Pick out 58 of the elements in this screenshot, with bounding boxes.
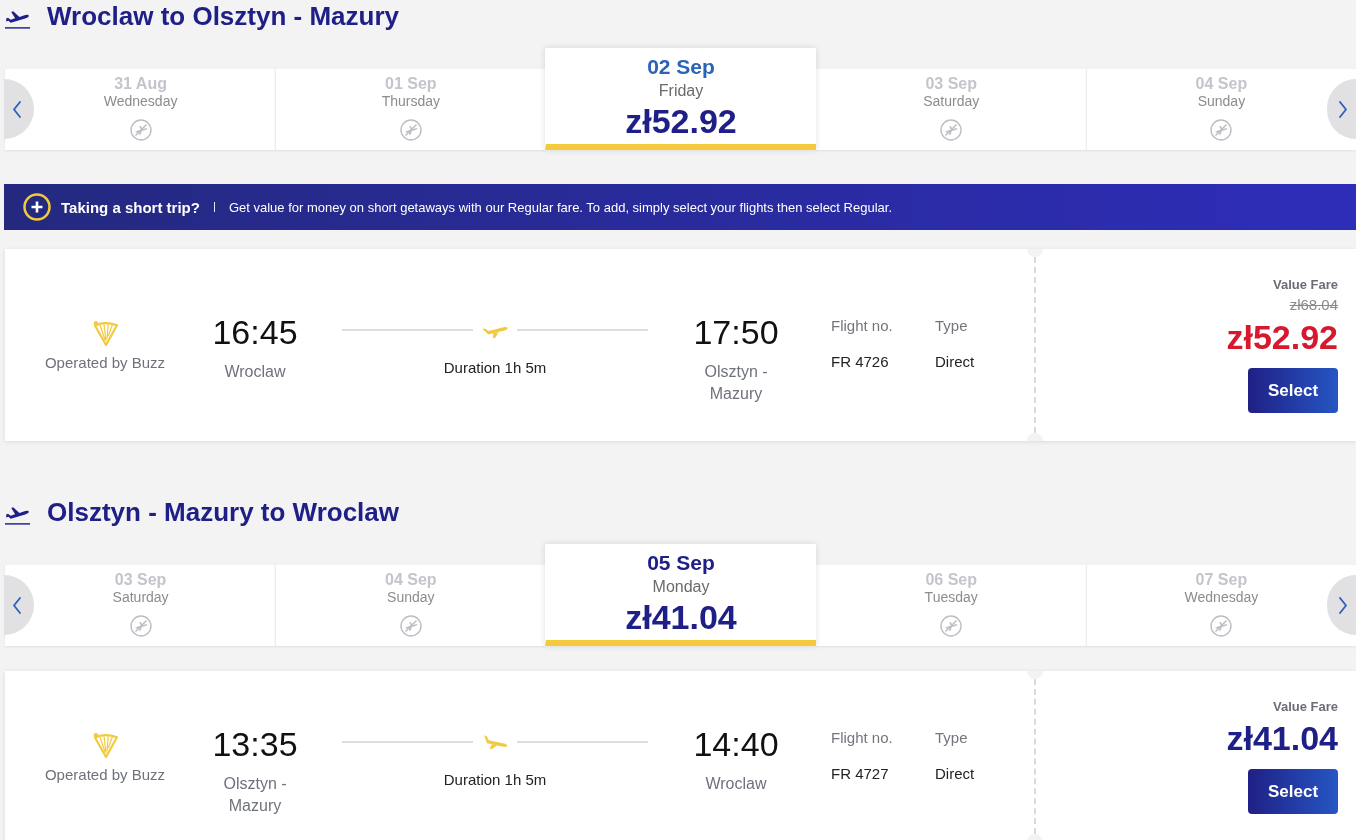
departure-city: Wroclaw (224, 362, 286, 382)
route-title: Olsztyn - Mazury to Wroclaw (47, 496, 399, 528)
date-tab[interactable]: 02 Sep Friday zł52.92 (545, 48, 816, 150)
date-tab[interactable]: 01 Sep Thursday (275, 69, 546, 150)
crossed-plane-icon (1210, 119, 1233, 141)
crossed-plane-icon (1210, 615, 1233, 637)
date-tab[interactable]: 05 Sep Monday zł41.04 (545, 544, 816, 646)
route-title: Wroclaw to Olsztyn - Mazury (47, 0, 399, 32)
departure-time: 16:45 (212, 312, 298, 352)
chevron-right-icon (1339, 596, 1347, 614)
crossed-plane-icon (129, 615, 152, 637)
chevron-right-icon (1339, 100, 1347, 118)
crossed-plane-icon (399, 615, 422, 637)
departure-time: 13:35 (212, 723, 298, 764)
flight-number-label: Flight no. (831, 316, 893, 336)
flight-number: FR 4727 (831, 763, 889, 784)
crossed-plane-icon (940, 615, 963, 637)
flight-type: Direct (935, 352, 975, 372)
date-tab[interactable]: 03 Sep Saturday (815, 69, 1086, 150)
flight-number-label: Flight no. (831, 727, 893, 748)
operator-label: Operated by Buzz (44, 353, 166, 373)
date-tab[interactable]: 06 Sep Tuesday (815, 565, 1086, 646)
harp-logo-icon (91, 319, 119, 347)
select-button[interactable]: Select (1248, 769, 1338, 814)
crossed-plane-icon (399, 119, 422, 141)
arrival-time: 14:40 (693, 723, 779, 764)
crossed-plane-icon (129, 119, 152, 141)
arrival-city: Wroclaw (705, 773, 767, 794)
flight-type: Direct (935, 763, 975, 784)
chevron-left-icon (13, 100, 21, 118)
flight-type-label: Type (935, 316, 968, 336)
departure-city: Olsztyn - Mazury (222, 773, 288, 816)
chevron-left-icon (13, 596, 21, 614)
plane-takeoff-icon (5, 504, 30, 526)
date-tab[interactable]: 04 Sep Sunday (275, 565, 546, 646)
flight-number: FR 4726 (831, 352, 889, 372)
select-button[interactable]: Select (1248, 368, 1338, 413)
promo-title: Taking a short trip? (61, 198, 200, 216)
date-tab[interactable]: 04 Sep Sunday (1085, 69, 1356, 150)
duration-text: Duration 1h 5m (443, 358, 547, 378)
date-tab[interactable]: 07 Sep Wednesday (1085, 565, 1356, 646)
promo-text: Get value for money on short getaways with our Regular fare. To add, simply select your flights then select Regular. (228, 199, 892, 215)
duration-text: Duration 1h 5m (443, 769, 547, 790)
crossed-plane-icon (940, 119, 963, 141)
flight-type-label: Type (935, 727, 968, 748)
fare-price: zł41.04 (1226, 718, 1338, 758)
date-tab[interactable]: 03 Sep Saturday (5, 565, 276, 646)
fare-name: Value Fare (1272, 278, 1338, 292)
arrival-city: Olsztyn - Mazury (703, 362, 769, 404)
harp-logo-icon (91, 730, 119, 759)
fare-price: zł52.92 (1226, 317, 1338, 357)
old-price: zł68.04 (1289, 295, 1338, 315)
plane-takeoff-icon (5, 8, 30, 30)
arrival-time: 17:50 (693, 312, 779, 352)
fare-name: Value Fare (1272, 700, 1338, 714)
date-tab[interactable]: 31 Aug Wednesday (5, 69, 276, 150)
plus-circle-icon (23, 193, 51, 221)
operator-label: Operated by Buzz (44, 764, 166, 785)
